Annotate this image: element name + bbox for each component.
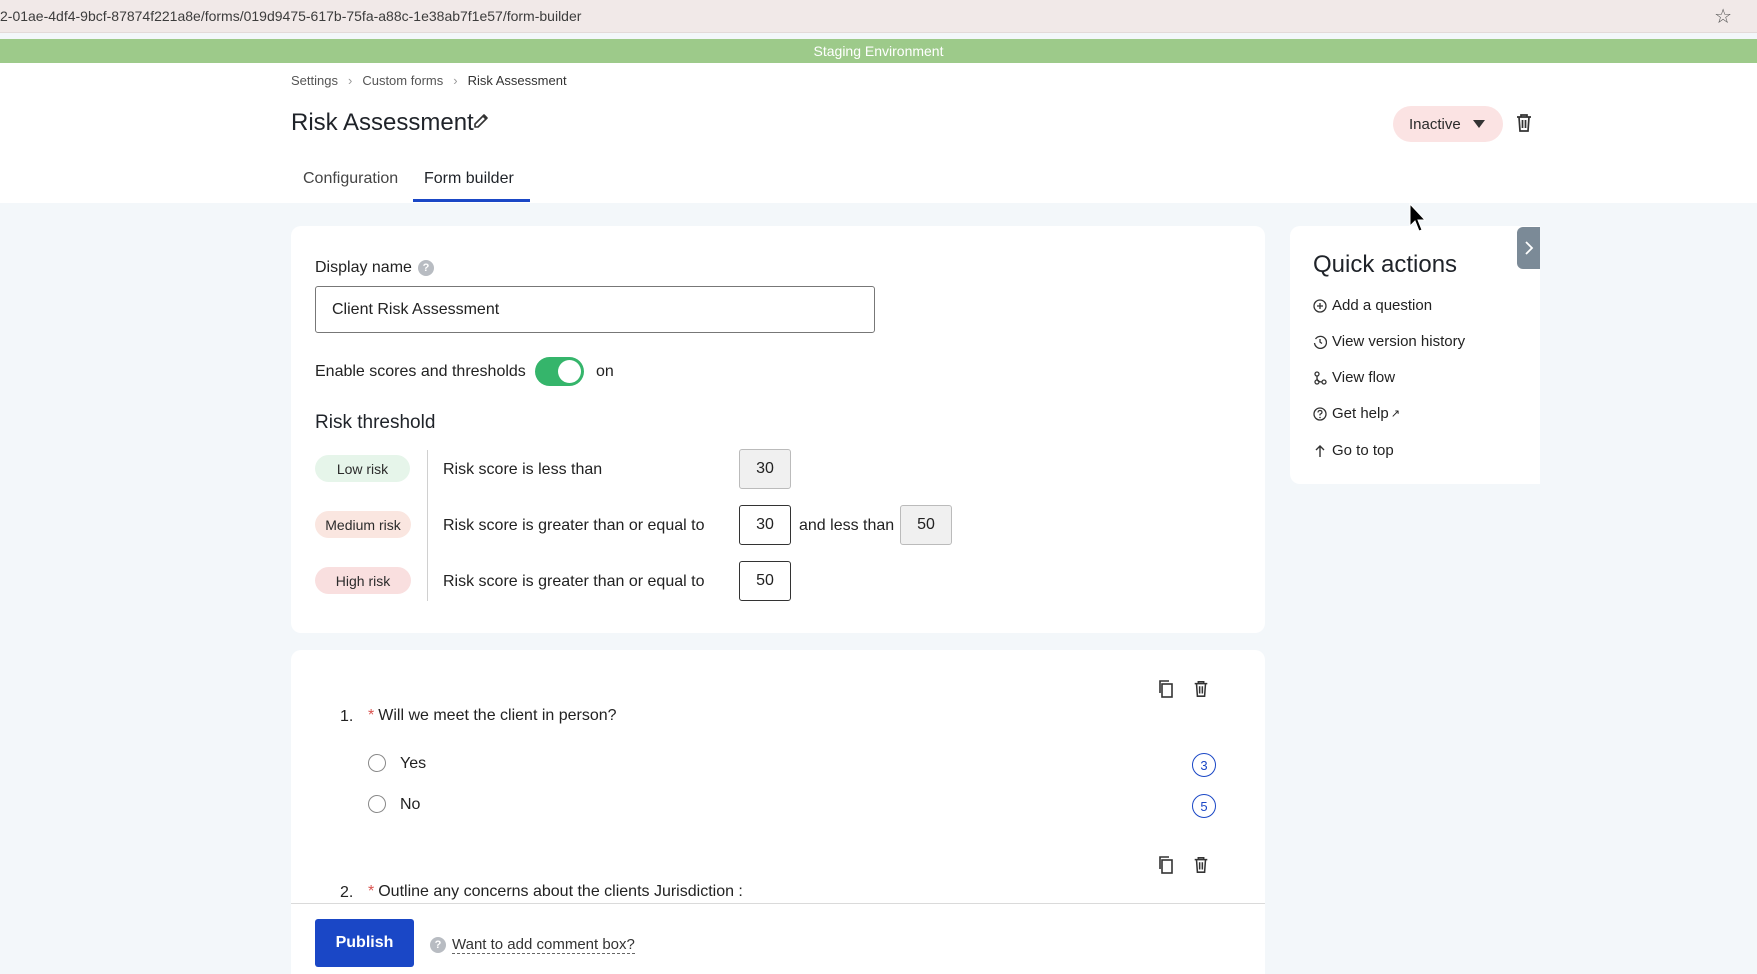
question-text[interactable]: * Will we meet the client in person?: [368, 707, 617, 725]
environment-banner: Staging Environment: [0, 39, 1757, 63]
trash-icon[interactable]: [1192, 855, 1210, 875]
add-comment-box-link[interactable]: Want to add comment box?: [452, 936, 635, 954]
comment-box-help: ? Want to add comment box?: [430, 936, 635, 954]
question-label: Outline any concerns about the clients J…: [378, 883, 743, 900]
quick-action-label: Add a question: [1332, 297, 1433, 314]
copy-icon[interactable]: [1157, 679, 1175, 699]
quick-action-label: Go to top: [1332, 442, 1394, 459]
help-circle-icon: [1313, 406, 1327, 421]
active-tab-indicator: [413, 199, 530, 202]
high-risk-rule: Risk score is greater than or equal to: [443, 573, 705, 590]
breadcrumb-settings[interactable]: Settings: [291, 73, 338, 88]
option-score[interactable]: 5: [1192, 794, 1216, 818]
question-text[interactable]: * Outline any concerns about the clients …: [368, 883, 743, 901]
display-name-label: Display name ?: [315, 259, 434, 277]
and-less-than-text: and less than: [799, 517, 895, 534]
enable-scores-label: Enable scores and thresholds: [315, 363, 526, 380]
trash-icon[interactable]: [1192, 679, 1210, 699]
medium-risk-badge: Medium risk: [315, 511, 411, 538]
breadcrumb-custom-forms[interactable]: Custom forms: [362, 73, 443, 88]
url-text[interactable]: 2-01ae-4df4-9bcf-87874f221a8e/forms/019d…: [0, 8, 581, 24]
high-risk-badge: High risk: [315, 567, 411, 594]
pencil-icon[interactable]: [472, 112, 490, 130]
risk-threshold-title: Risk threshold: [315, 412, 436, 433]
display-name-input[interactable]: [315, 286, 875, 333]
required-asterisk: *: [368, 883, 375, 900]
question-number: 1.: [340, 708, 354, 725]
tab-configuration[interactable]: Configuration: [303, 170, 398, 188]
display-name-label-text: Display name: [315, 259, 412, 276]
medium-risk-rule: Risk score is greater than or equal to: [443, 517, 705, 534]
copy-icon[interactable]: [1157, 855, 1175, 875]
low-risk-rule: Risk score is less than: [443, 461, 603, 478]
radio-option-no[interactable]: [368, 795, 386, 813]
high-risk-input[interactable]: 50: [739, 561, 791, 601]
history-icon: [1313, 335, 1327, 349]
question-label: Will we meet the client in person?: [378, 707, 617, 724]
help-icon: ?: [430, 937, 446, 953]
status-dropdown[interactable]: Inactive: [1393, 106, 1503, 142]
low-risk-value: 30: [739, 449, 791, 489]
collapse-panel-button[interactable]: [1517, 227, 1540, 269]
quick-action-go-to-top[interactable]: Go to top: [1313, 442, 1394, 459]
flow-icon: [1314, 370, 1327, 385]
radio-option-yes[interactable]: [368, 754, 386, 772]
quick-action-version-history[interactable]: View version history: [1313, 333, 1465, 350]
threshold-divider: [427, 450, 428, 601]
publish-button[interactable]: Publish: [315, 919, 414, 967]
medium-risk-upper-value: 50: [900, 505, 952, 545]
required-asterisk: *: [368, 707, 375, 724]
quick-action-label: Get help: [1332, 405, 1389, 422]
option-label: No: [400, 796, 421, 813]
question-number: 2.: [340, 884, 354, 901]
mouse-cursor-icon: [1409, 203, 1427, 232]
breadcrumb: Settings › Custom forms › Risk Assessmen…: [291, 73, 567, 88]
help-icon[interactable]: ?: [417, 260, 434, 276]
status-label: Inactive: [1409, 115, 1461, 133]
toggle-knob: [558, 360, 581, 383]
questions-card: [291, 650, 1265, 910]
tab-form-builder[interactable]: Form builder: [424, 170, 514, 188]
browser-url-bar[interactable]: 2-01ae-4df4-9bcf-87874f221a8e/forms/019d…: [0, 0, 1757, 33]
medium-risk-lower-input[interactable]: 30: [739, 505, 791, 545]
enable-scores-toggle[interactable]: [535, 357, 584, 386]
bookmark-star-icon[interactable]: ☆: [1714, 4, 1732, 29]
quick-action-add-question[interactable]: Add a question: [1313, 297, 1432, 314]
quick-actions-title: Quick actions: [1313, 251, 1458, 278]
option-label: Yes: [400, 755, 427, 772]
breadcrumb-current: Risk Assessment: [467, 73, 567, 88]
chevron-right-icon: [1524, 241, 1533, 255]
toggle-state-text: on: [596, 363, 614, 380]
quick-action-label: View flow: [1332, 369, 1396, 386]
quick-action-get-help[interactable]: Get help ↗: [1313, 405, 1400, 422]
chevron-right-icon: ›: [453, 73, 458, 88]
arrow-up-icon: [1315, 444, 1325, 457]
chevron-right-icon: ›: [347, 73, 353, 88]
quick-action-label: View version history: [1332, 333, 1466, 350]
plus-circle-icon: [1313, 298, 1327, 313]
quick-action-view-flow[interactable]: View flow: [1313, 369, 1395, 386]
trash-icon[interactable]: [1514, 112, 1534, 134]
page-title: Risk Assessment: [291, 109, 474, 136]
caret-down-icon: [1472, 120, 1485, 128]
external-link-icon: ↗: [1390, 408, 1400, 420]
option-score[interactable]: 3: [1192, 753, 1216, 777]
low-risk-badge: Low risk: [315, 455, 410, 482]
